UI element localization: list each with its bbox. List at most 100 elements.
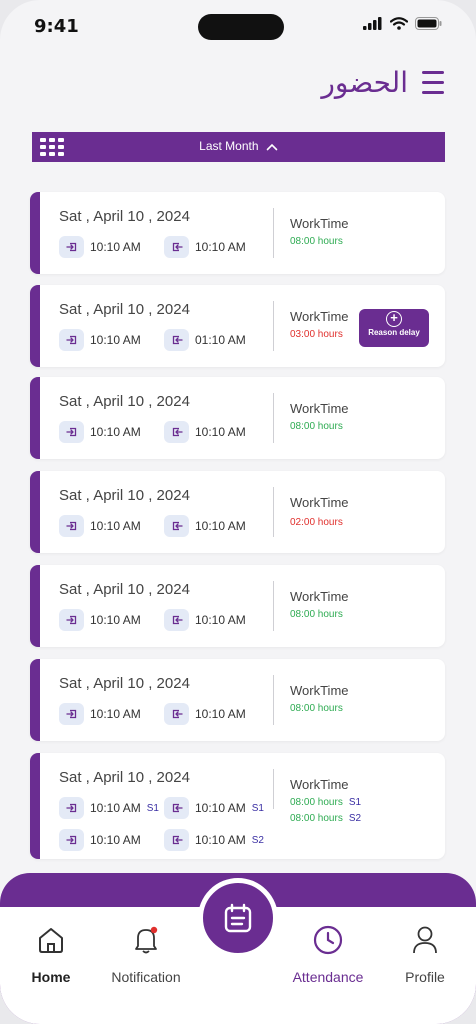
card-divider <box>273 393 274 443</box>
check-in-chip: 10:10 AM <box>59 329 141 351</box>
menu-icon[interactable] <box>422 71 444 94</box>
check-in-icon <box>65 835 76 845</box>
card-divider <box>273 487 274 537</box>
worktime-hours: 08:00 hours <box>290 703 343 714</box>
wifi-icon <box>390 17 408 30</box>
check-out-chip-time: 10:10 AM <box>195 240 246 254</box>
check-in-icon <box>65 803 76 813</box>
worktime-hours: 02:00 hours <box>290 517 343 528</box>
nav-home-label: Home <box>31 969 71 985</box>
nav-home[interactable]: Home <box>6 923 96 985</box>
calendar-icon <box>224 903 252 933</box>
worktime-label: WorkTime <box>290 589 349 604</box>
check-in-chip: 10:10 AM <box>59 236 141 258</box>
period-filter-label: Last Month <box>199 139 259 153</box>
card-divider <box>273 675 274 725</box>
check-in-chip: 10:10 AM <box>59 609 141 631</box>
check-out-chip: 01:10 AM <box>164 329 246 351</box>
shift-tag: S2 <box>348 813 362 824</box>
check-in-chip-time: 10:10 AM <box>90 613 141 627</box>
check-out-chip: 10:10 AM <box>164 609 246 631</box>
worktime-hours: 08:00 hours <box>290 421 343 432</box>
reason-delay-label: Reason delay <box>368 328 420 337</box>
check-in-icon <box>65 709 76 719</box>
plus-icon: + <box>386 311 402 327</box>
worktime-label: WorkTime <box>290 216 349 231</box>
check-out-chip-time: 01:10 AM <box>195 333 246 347</box>
card-date: Sat , April 10 , 2024 <box>59 301 190 318</box>
worktime-hours: 08:00 hours S1 <box>290 797 362 808</box>
check-out-chip: 10:10 AM S2 <box>164 829 264 851</box>
check-out-chip-time: 10:10 AM <box>195 801 246 815</box>
check-out-icon <box>172 709 183 719</box>
check-out-icon <box>172 242 183 252</box>
dynamic-island <box>198 14 284 40</box>
check-in-chip: 10:10 AM <box>59 515 141 537</box>
nav-notification-label: Notification <box>111 969 181 985</box>
shift-tag: S1 <box>146 802 159 814</box>
battery-icon <box>415 17 442 30</box>
nav-notification[interactable]: Notification <box>101 923 191 985</box>
card-divider <box>273 581 274 631</box>
calendar-fab-button[interactable] <box>198 878 278 958</box>
page-title: الحضور <box>321 66 408 99</box>
check-in-icon <box>65 521 76 531</box>
check-out-icon <box>172 427 183 437</box>
check-in-chip: 10:10 AM S1 <box>59 797 159 819</box>
card-date: Sat , April 10 , 2024 <box>59 208 190 225</box>
worktime-label: WorkTime <box>290 683 349 698</box>
nav-profile[interactable]: Profile <box>380 923 470 985</box>
check-in-chip: 10:10 AM <box>59 421 141 443</box>
card-divider <box>273 208 274 258</box>
attendance-card[interactable]: Sat , April 10 , 2024 10:10 AM 01:10 AM Wor… <box>30 285 445 367</box>
shift-tag: S1 <box>251 802 264 814</box>
attendance-card[interactable]: Sat , April 10 , 2024 10:10 AM 10:10 AM Wor… <box>30 377 445 459</box>
worktime-label: WorkTime <box>290 401 349 416</box>
card-date: Sat , April 10 , 2024 <box>59 581 190 598</box>
phone-screen: 9:41 الحضور Last Month Sat , April 10 , … <box>0 0 476 1024</box>
shift-tag: S1 <box>348 797 362 808</box>
nav-profile-label: Profile <box>405 969 445 985</box>
check-in-chip-time: 10:10 AM <box>90 333 141 347</box>
check-in-chip-time: 10:10 AM <box>90 833 141 847</box>
worktime-label: WorkTime <box>290 309 349 324</box>
attendance-card[interactable]: Sat , April 10 , 2024 10:10 AM 10:10 AM Wor… <box>30 471 445 553</box>
check-in-chip-time: 10:10 AM <box>90 801 141 815</box>
check-in-chip-time: 10:10 AM <box>90 519 141 533</box>
status-icons <box>363 17 442 30</box>
check-out-chip: 10:10 AM <box>164 421 246 443</box>
chevron-up-icon <box>266 143 278 151</box>
check-out-icon <box>172 615 183 625</box>
check-out-chip-time: 10:10 AM <box>195 833 246 847</box>
card-date: Sat , April 10 , 2024 <box>59 487 190 504</box>
check-in-icon <box>65 242 76 252</box>
period-filter[interactable]: Last Month <box>32 139 445 153</box>
check-out-chip: 10:10 AM <box>164 515 246 537</box>
check-in-chip-time: 10:10 AM <box>90 707 141 721</box>
check-out-icon <box>172 335 183 345</box>
signal-icon <box>363 17 382 30</box>
check-out-chip: 10:10 AM S1 <box>164 797 264 819</box>
user-icon <box>413 926 437 954</box>
nav-attendance[interactable]: Attendance <box>283 923 373 985</box>
worktime-label: WorkTime <box>290 495 349 510</box>
worktime-hours: 08:00 hours <box>290 236 343 247</box>
worktime-hours-2: 08:00 hours S2 <box>290 813 362 824</box>
check-in-icon <box>65 335 76 345</box>
header: الحضور <box>321 66 444 99</box>
filter-bar: Last Month <box>32 132 445 162</box>
check-in-icon <box>65 615 76 625</box>
check-out-icon <box>172 803 183 813</box>
check-out-chip-time: 10:10 AM <box>195 707 246 721</box>
worktime-hours: 03:00 hours <box>290 329 343 340</box>
card-date: Sat , April 10 , 2024 <box>59 675 190 692</box>
check-out-chip: 10:10 AM <box>164 236 246 258</box>
attendance-card[interactable]: Sat , April 10 , 2024 10:10 AM 10:10 AM Wor… <box>30 565 445 647</box>
card-divider <box>273 301 274 351</box>
check-out-chip-time: 10:10 AM <box>195 613 246 627</box>
reason-delay-button[interactable]: + Reason delay <box>359 309 429 347</box>
attendance-card[interactable]: Sat , April 10 , 2024 10:10 AM S1 10:10 AM S… <box>30 753 445 859</box>
attendance-card[interactable]: Sat , April 10 , 2024 10:10 AM 10:10 AM Wor… <box>30 192 445 274</box>
attendance-card[interactable]: Sat , April 10 , 2024 10:10 AM 10:10 AM Wor… <box>30 659 445 741</box>
worktime-label: WorkTime <box>290 777 349 792</box>
